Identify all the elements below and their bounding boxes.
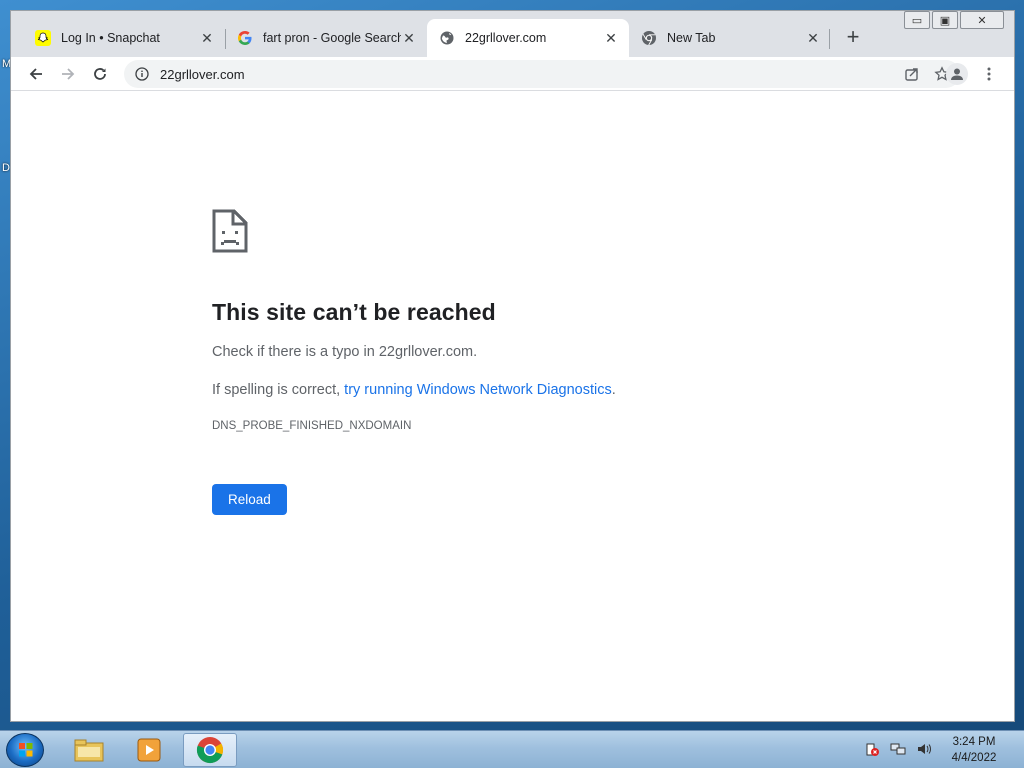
close-window-button[interactable]: ✕ — [960, 11, 1004, 29]
spelling-suggestion: If spelling is correct, try running Wind… — [212, 382, 812, 398]
volume-icon[interactable] — [916, 741, 932, 757]
address-url[interactable]: 22grllover.com — [160, 67, 245, 82]
tab-snapchat[interactable]: Log In • Snapchat ✕ — [23, 19, 225, 57]
info-icon[interactable] — [134, 66, 150, 82]
tab-strip: Log In • Snapchat ✕ fart pron - Google S… — [11, 11, 1014, 57]
system-tray — [864, 741, 932, 757]
tab-close-icon[interactable]: ✕ — [805, 30, 821, 46]
taskbar-file-explorer[interactable] — [62, 733, 116, 767]
taskbar: 3:24 PM 4/4/2022 — [0, 730, 1024, 768]
share-icon[interactable] — [904, 66, 920, 87]
network-icon[interactable] — [890, 741, 906, 757]
maximize-button[interactable]: ▣ — [932, 11, 958, 29]
profile-button[interactable] — [946, 63, 968, 85]
minimize-button[interactable]: ▭ — [904, 11, 930, 29]
back-button[interactable] — [24, 62, 48, 86]
google-icon — [237, 30, 253, 46]
file-explorer-icon — [74, 739, 104, 762]
error-container: This site can’t be reached Check if ther… — [212, 209, 812, 515]
typo-suffix: . — [473, 344, 478, 360]
browser-window: Log In • Snapchat ✕ fart pron - Google S… — [10, 10, 1015, 722]
tab-google-search[interactable]: fart pron - Google Search ✕ — [225, 19, 427, 57]
spelling-text: If spelling is correct, — [212, 382, 345, 398]
address-bar[interactable]: 22grllover.com — [124, 60, 960, 88]
tab-close-icon[interactable]: ✕ — [199, 30, 215, 46]
omnibox-actions — [904, 66, 950, 87]
error-code: DNS_PROBE_FINISHED_NXDOMAIN — [212, 420, 412, 432]
browser-toolbar: 22grllover.com — [11, 57, 1014, 91]
action-center-icon[interactable] — [864, 741, 880, 757]
typo-text: Check if there is a typo in — [212, 344, 379, 360]
tab-separator — [829, 29, 830, 49]
taskbar-chrome[interactable] — [183, 733, 237, 767]
kebab-menu-icon — [987, 67, 991, 81]
clock-date: 4/4/2022 — [951, 752, 997, 764]
window-controls: ▭ ▣ ✕ — [902, 11, 1004, 29]
media-player-icon — [137, 738, 161, 762]
windows-logo-icon — [19, 743, 33, 757]
typo-suggestion: Check if there is a typo in 22grllover.c… — [212, 344, 812, 360]
reload-icon — [94, 68, 106, 80]
globe-icon — [439, 30, 455, 46]
tab-title: fart pron - Google Search — [263, 31, 401, 45]
tab-title: Log In • Snapchat — [61, 31, 160, 45]
forward-button[interactable] — [56, 62, 80, 86]
tab-title: New Tab — [667, 31, 716, 45]
new-tab-button[interactable]: + — [841, 24, 865, 49]
spelling-suffix: . — [611, 382, 616, 398]
error-title: This site can’t be reached — [212, 299, 496, 325]
page-content: This site can’t be reached Check if ther… — [11, 91, 1014, 721]
back-arrow-icon — [29, 68, 42, 80]
menu-button[interactable] — [977, 62, 1001, 86]
tab-title: 22grllover.com — [465, 31, 547, 45]
start-button[interactable] — [6, 733, 44, 767]
taskbar-media-player[interactable] — [122, 733, 176, 767]
typo-domain: 22grllover.com — [378, 344, 474, 360]
clock-time: 3:24 PM — [952, 736, 996, 748]
chrome-icon — [196, 737, 224, 764]
chrome-icon — [641, 30, 657, 46]
tab-close-icon[interactable]: ✕ — [603, 30, 619, 46]
taskbar-clock[interactable]: 3:24 PM 4/4/2022 — [942, 734, 1006, 766]
desktop-edge-text: D — [2, 162, 10, 174]
network-diagnostics-link[interactable]: try running Windows Network Diagnostics — [344, 382, 612, 398]
snapchat-icon — [35, 30, 51, 46]
tab-close-icon[interactable]: ✕ — [401, 30, 417, 46]
person-icon — [951, 68, 963, 80]
tab-22grllover[interactable]: 22grllover.com ✕ — [427, 19, 629, 57]
reload-button[interactable]: Reload — [212, 484, 287, 515]
reload-toolbar-button[interactable] — [88, 62, 112, 86]
tab-new-tab[interactable]: New Tab ✕ — [629, 19, 831, 57]
forward-arrow-icon — [62, 68, 75, 80]
sad-document-icon — [212, 209, 248, 253]
